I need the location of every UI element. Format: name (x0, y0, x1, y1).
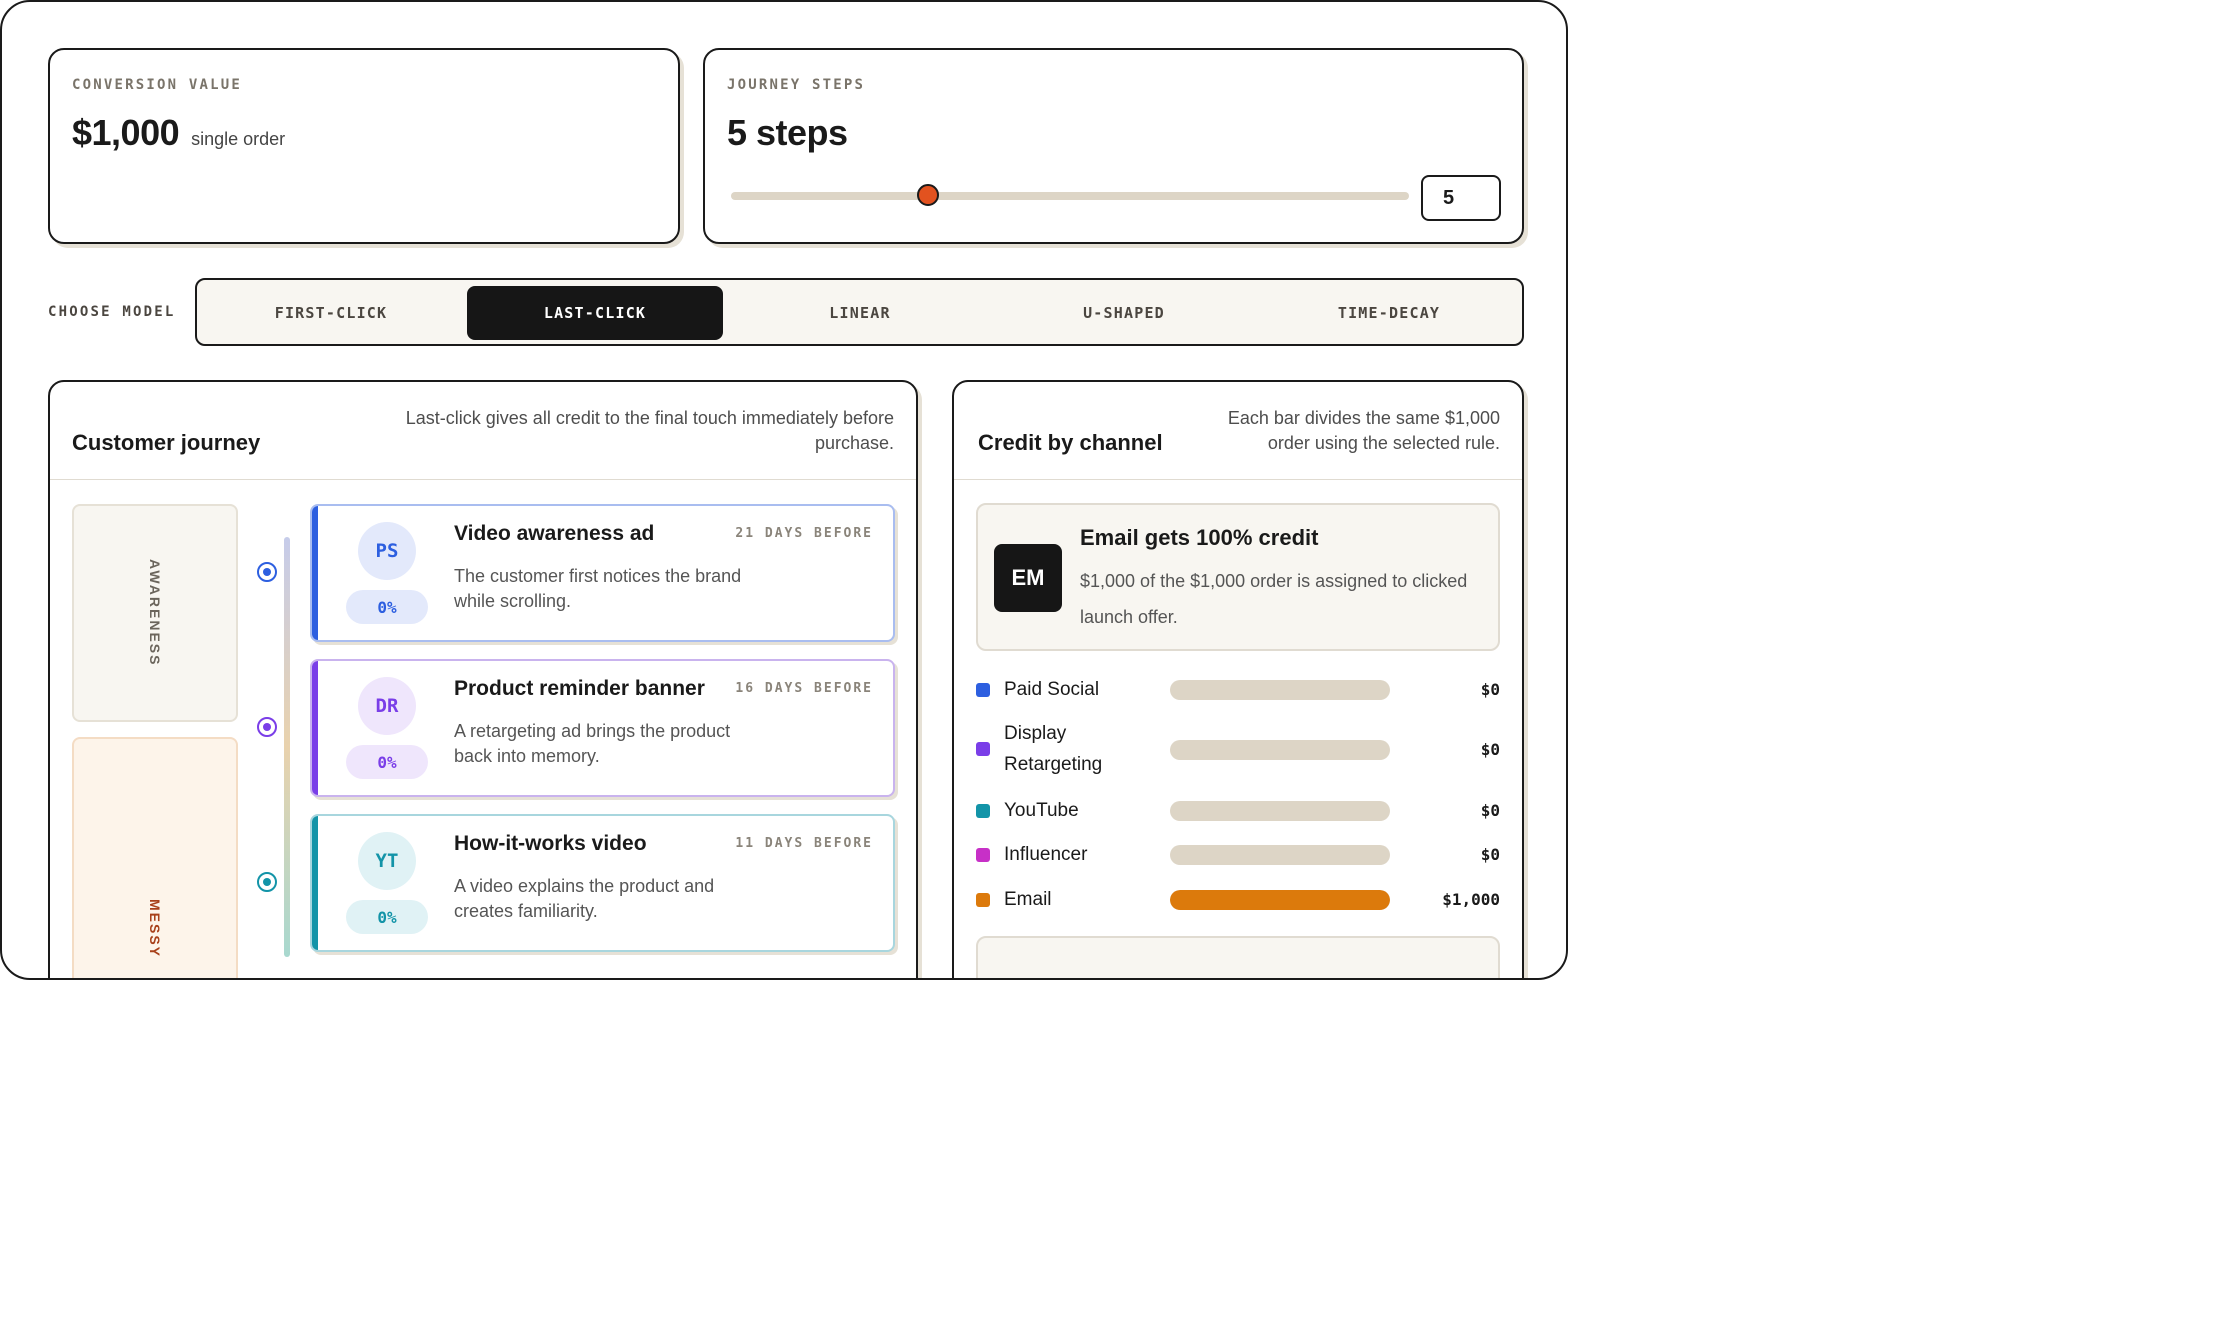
channel-swatch (976, 683, 990, 697)
channel-swatch (976, 893, 990, 907)
channel-row: Influencer $0 (976, 839, 1500, 871)
tab-last-click[interactable]: LAST-CLICK (467, 286, 723, 340)
stage-messy-label: MESSY (147, 899, 163, 959)
choose-model-label: CHOOSE MODEL (48, 304, 176, 320)
timeline-dot-1 (257, 562, 277, 582)
stage-awareness: AWARENESS (72, 504, 238, 722)
tab-u-shaped[interactable]: U-SHAPED (996, 286, 1252, 340)
step-accent-bar (312, 816, 318, 950)
channel-bar-track (1170, 845, 1390, 865)
steps-number-input[interactable]: 5 (1421, 175, 1501, 221)
journey-step-card[interactable]: YT 0% How-it-works video A video explain… (310, 814, 895, 952)
customer-journey-title: Customer journey (72, 430, 261, 455)
channel-name: Paid Social (1004, 679, 1100, 700)
credit-summary-card: EM Email gets 100% credit $1,000 of the … (976, 503, 1500, 651)
steps-slider-handle[interactable] (916, 184, 939, 206)
conversion-value-label: CONVERSION VALUE (72, 77, 243, 93)
channel-row: Email $1,000 (976, 884, 1500, 916)
timeline-dot-3 (257, 872, 277, 892)
channel-bar-fill (1170, 890, 1390, 910)
step-title: Product reminder banner (454, 677, 705, 700)
steps-slider[interactable] (731, 184, 1409, 206)
step-avatar: DR (358, 677, 416, 735)
journey-steps-label: JOURNEY STEPS (727, 77, 866, 93)
credit-title: Credit by channel (978, 430, 1163, 455)
step-credit-pill: 0% (346, 590, 428, 624)
step-days-before: 11 DAYS BEFORE (735, 836, 873, 851)
journey-step-card[interactable]: PS 0% Video awareness ad The customer fi… (310, 504, 895, 642)
email-badge: EM (994, 544, 1062, 612)
channel-swatch (976, 804, 990, 818)
step-days-before: 16 DAYS BEFORE (735, 681, 873, 696)
journey-timeline (284, 537, 290, 957)
step-title: Video awareness ad (454, 522, 655, 545)
tab-first-click[interactable]: FIRST-CLICK (203, 286, 459, 340)
journey-step-card[interactable]: DR 0% Product reminder banner A retarget… (310, 659, 895, 797)
conversion-value: $1,000 (72, 112, 180, 153)
credit-summary-title: Email gets 100% credit (1080, 525, 1319, 550)
step-avatar: YT (358, 832, 416, 890)
credit-desc: Each bar divides the same $1,000 order u… (1227, 408, 1500, 453)
tab-time-decay[interactable]: TIME-DECAY (1261, 286, 1517, 340)
channel-bar-track (1170, 890, 1390, 910)
stage-awareness-label: AWARENESS (147, 559, 163, 667)
channel-value: $0 (1480, 680, 1500, 699)
tab-linear[interactable]: LINEAR (732, 286, 988, 340)
panel-divider (50, 479, 916, 480)
app-frame: CONVERSION VALUE $1,000 single order JOU… (0, 0, 1568, 980)
panel-divider (954, 479, 1522, 480)
step-credit-pill: 0% (346, 900, 428, 934)
channel-row: Paid Social $0 (976, 674, 1500, 706)
step-title: How-it-works video (454, 832, 647, 855)
channel-swatch (976, 742, 990, 756)
journey-steps-value: 5 steps (727, 112, 848, 153)
channel-bar-track (1170, 740, 1390, 760)
credit-summary-desc: $1,000 of the $1,000 order is assigned t… (1080, 571, 1468, 627)
channel-swatch (976, 848, 990, 862)
conversion-value-row: $1,000 single order (72, 112, 285, 154)
channel-name: YouTube (1004, 800, 1079, 821)
step-description: A video explains the product and creates… (454, 876, 715, 921)
channel-name: Display Retargeting (1004, 723, 1103, 775)
credit-by-channel-panel: Credit by channel Each bar divides the s… (952, 380, 1524, 978)
channel-bar-track (1170, 801, 1390, 821)
next-card-edge (976, 936, 1500, 978)
stage-messy: MESSY (72, 737, 238, 978)
step-accent-bar (312, 661, 318, 795)
timeline-dot-2 (257, 717, 277, 737)
step-description: A retargeting ad brings the product back… (454, 721, 731, 766)
channel-row: Display Retargeting $0 (976, 718, 1500, 780)
channel-value: $0 (1480, 740, 1500, 759)
journey-steps-card: JOURNEY STEPS 5 steps 5 (703, 48, 1524, 244)
step-description: The customer first notices the brand whi… (454, 566, 742, 611)
step-avatar: PS (358, 522, 416, 580)
channel-name: Influencer (1004, 844, 1088, 865)
channel-value: $0 (1480, 845, 1500, 864)
channel-bar-track (1170, 680, 1390, 700)
channel-row: YouTube $0 (976, 795, 1500, 827)
step-accent-bar (312, 506, 318, 640)
channel-value: $0 (1480, 801, 1500, 820)
channel-value: $1,000 (1442, 890, 1500, 909)
conversion-value-card: CONVERSION VALUE $1,000 single order (48, 48, 680, 244)
channel-name: Email (1004, 889, 1052, 910)
customer-journey-panel: Customer journey Last-click gives all cr… (48, 380, 918, 978)
customer-journey-desc: Last-click gives all credit to the final… (405, 408, 894, 453)
conversion-note: single order (191, 129, 286, 149)
step-credit-pill: 0% (346, 745, 428, 779)
model-tabs: FIRST-CLICK LAST-CLICK LINEAR U-SHAPED T… (195, 278, 1524, 346)
step-days-before: 21 DAYS BEFORE (735, 526, 873, 541)
